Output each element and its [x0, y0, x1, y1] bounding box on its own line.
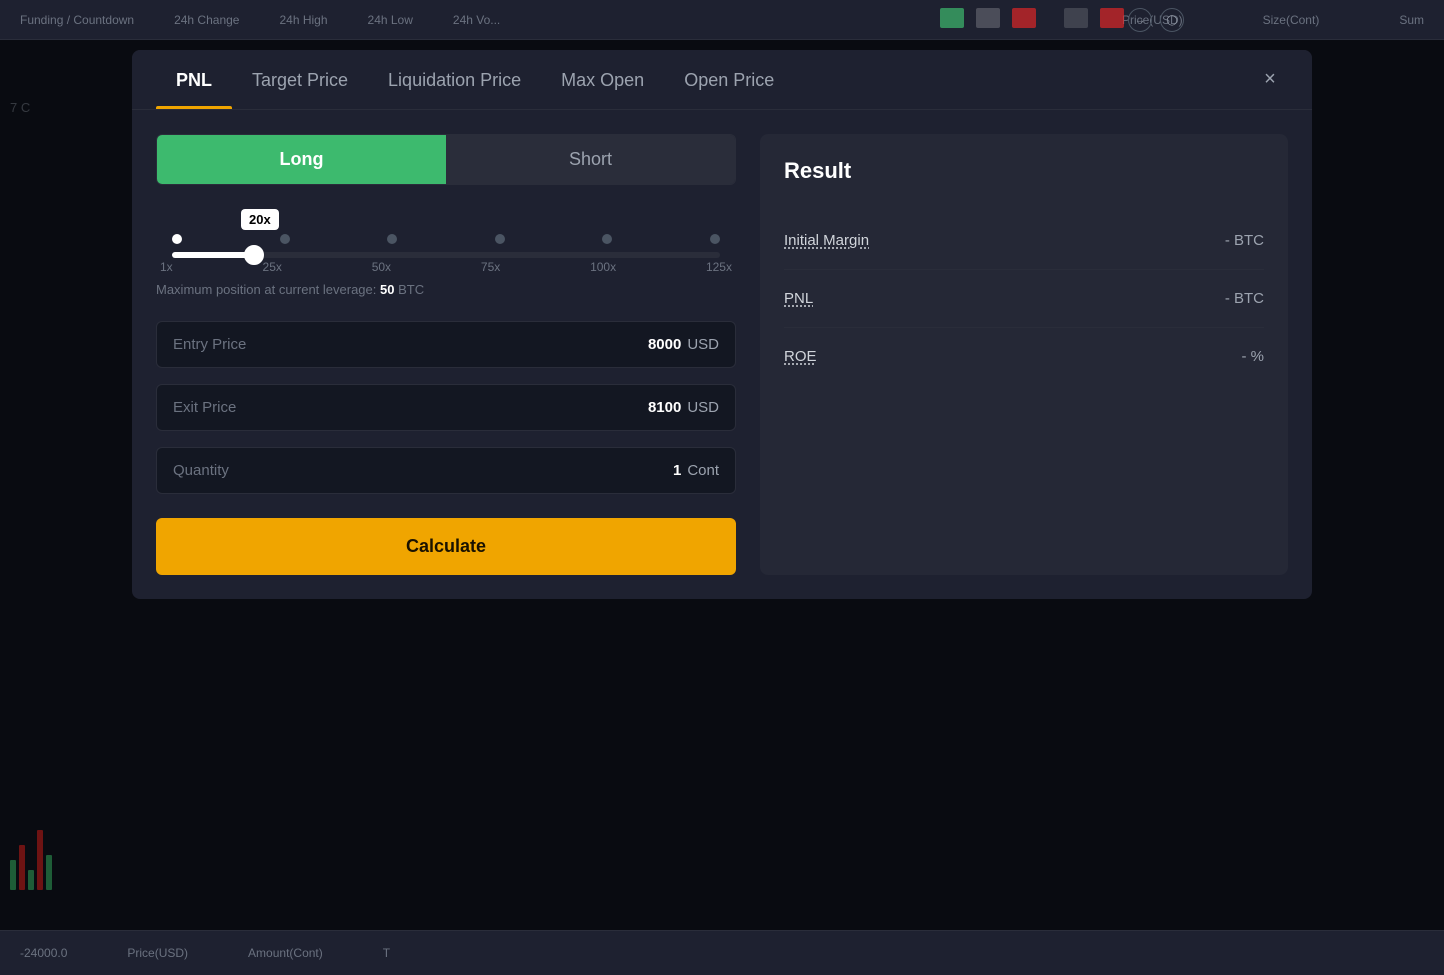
tab-open-price[interactable]: Open Price — [664, 50, 794, 109]
label-125x: 125x — [706, 260, 732, 274]
calculator-modal: PNL Target Price Liquidation Price Max O… — [132, 50, 1312, 599]
modal-body: Long Short 20x — [132, 110, 1312, 599]
leverage-badge: 20x — [241, 209, 279, 230]
pnl-label: PNL — [784, 290, 813, 307]
long-button[interactable]: Long — [157, 135, 446, 184]
label-75x: 75x — [481, 260, 500, 274]
label-100x: 100x — [590, 260, 616, 274]
label-25x: 25x — [263, 260, 282, 274]
slider-dot-1 — [280, 234, 290, 244]
topbar-item-4: 24h Vo... — [453, 13, 500, 27]
long-short-toggle: Long Short — [156, 134, 736, 185]
close-button[interactable]: × — [1252, 62, 1288, 98]
exit-price-unit: USD — [687, 399, 719, 416]
entry-price-label: Entry Price — [173, 336, 648, 353]
initial-margin-label: Initial Margin — [784, 232, 869, 249]
topbar-item-2: 24h High — [279, 13, 327, 27]
slider-dot-3 — [495, 234, 505, 244]
label-1x: 1x — [160, 260, 173, 274]
bottom-item-2: Amount(Cont) — [248, 946, 323, 960]
result-panel: Result Initial Margin - BTC PNL - BTC RO… — [760, 134, 1288, 575]
slider-fill — [172, 252, 254, 258]
calculate-button[interactable]: Calculate — [156, 518, 736, 575]
entry-price-unit: USD — [687, 336, 719, 353]
leverage-section: 20x — [156, 201, 736, 305]
topbar-sum: Sum — [1399, 13, 1424, 27]
quantity-value: 1 — [673, 462, 681, 479]
slider-thumb[interactable] — [244, 245, 264, 265]
green-icon-1[interactable] — [940, 8, 964, 28]
short-button[interactable]: Short — [446, 135, 735, 184]
bottom-bar: -24000.0 Price(USD) Amount(Cont) T — [0, 930, 1444, 975]
roe-value: - % — [1242, 348, 1265, 365]
pnl-value: - BTC — [1225, 290, 1264, 307]
quantity-field[interactable]: Quantity 1 Cont — [156, 447, 736, 494]
icon-group — [940, 8, 1124, 28]
white-icon-2[interactable] — [1064, 8, 1088, 28]
bottom-item-1: Price(USD) — [127, 946, 188, 960]
topbar-item-3: 24h Low — [368, 13, 413, 27]
exit-price-label: Exit Price — [173, 399, 648, 416]
quantity-label: Quantity — [173, 462, 673, 479]
max-position-text: Maximum position at current leverage: 50… — [156, 282, 736, 297]
slider-labels: 1x 25x 50x 75x 100x 125x — [156, 260, 736, 274]
bottom-item-3: T — [383, 946, 390, 960]
label-50x: 50x — [372, 260, 391, 274]
roe-row: ROE - % — [784, 328, 1264, 385]
left-panel: Long Short 20x — [156, 134, 736, 575]
result-title: Result — [784, 158, 1264, 184]
slider-dot-4 — [602, 234, 612, 244]
tab-pnl[interactable]: PNL — [156, 50, 232, 109]
entry-price-field[interactable]: Entry Price 8000 USD — [156, 321, 736, 368]
slider-dot-0 — [172, 234, 182, 244]
slider-dot-5 — [710, 234, 720, 244]
bottom-item-0: -24000.0 — [20, 946, 67, 960]
topbar-item-0: Funding / Countdown — [20, 13, 134, 27]
roe-label: ROE — [784, 348, 817, 365]
modal-tabs: PNL Target Price Liquidation Price Max O… — [132, 50, 1312, 110]
left-arrow-btn[interactable]: → — [1128, 8, 1152, 32]
red-icon-1[interactable] — [1012, 8, 1036, 28]
tab-max-open[interactable]: Max Open — [541, 50, 664, 109]
pnl-row: PNL - BTC — [784, 270, 1264, 328]
slider-dot-2 — [387, 234, 397, 244]
exit-price-field[interactable]: Exit Price 8100 USD — [156, 384, 736, 431]
tab-target-price[interactable]: Target Price — [232, 50, 368, 109]
quantity-unit: Cont — [687, 462, 719, 479]
slider-track — [172, 252, 720, 258]
initial-margin-row: Initial Margin - BTC — [784, 212, 1264, 270]
tab-liquidation-price[interactable]: Liquidation Price — [368, 50, 541, 109]
initial-margin-value: - BTC — [1225, 232, 1264, 249]
arrow-buttons: → ◯ — [1128, 8, 1184, 32]
red-icon-2[interactable] — [1100, 8, 1124, 28]
top-bar: Funding / Countdown 24h Change 24h High … — [0, 0, 1444, 40]
white-icon-1[interactable] — [976, 8, 1000, 28]
topbar-item-1: 24h Change — [174, 13, 239, 27]
topbar-size-cont: Size(Cont) — [1263, 13, 1320, 27]
entry-price-value: 8000 — [648, 336, 681, 353]
exit-price-value: 8100 — [648, 399, 681, 416]
right-arrow-btn[interactable]: ◯ — [1160, 8, 1184, 32]
